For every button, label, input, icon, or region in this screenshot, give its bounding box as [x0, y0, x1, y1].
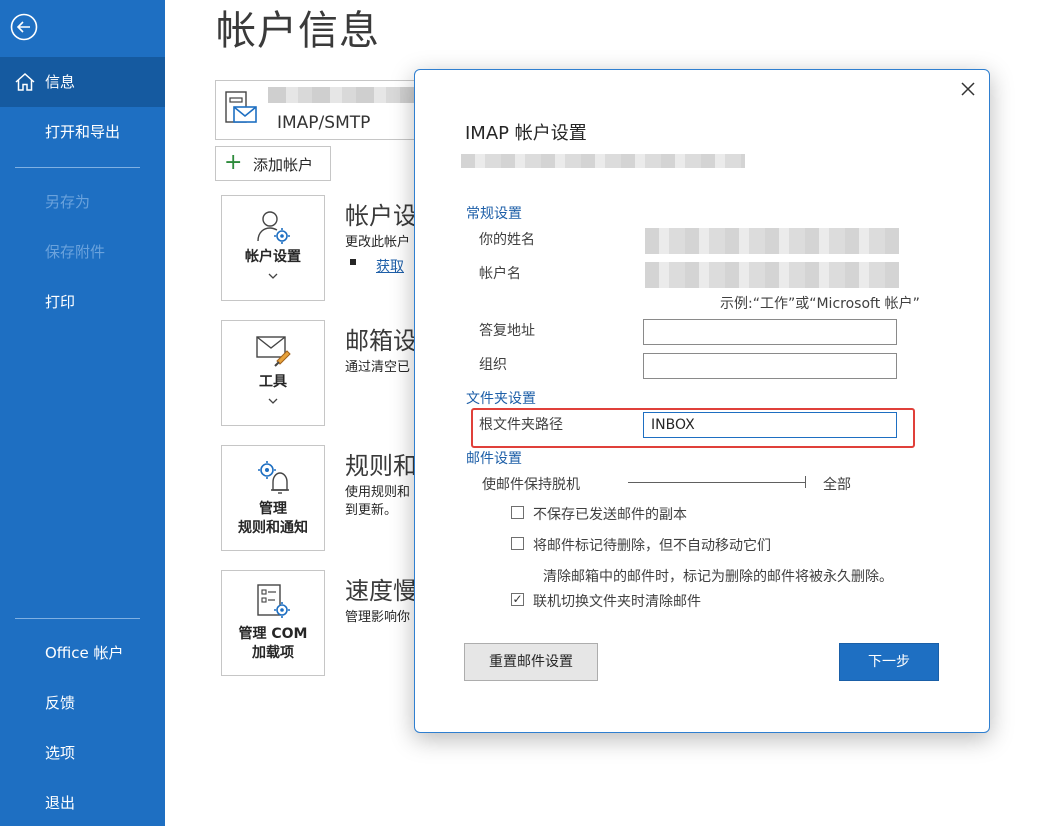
manage-rules-line1: 管理 — [259, 501, 287, 517]
mail-account-icon — [225, 91, 257, 123]
account-settings-tile[interactable]: 帐户设置 — [221, 195, 325, 301]
folder-settings-heading: 文件夹设置 — [466, 391, 536, 407]
purge-note: 清除邮箱中的邮件时，标记为删除的邮件将被永久删除。 — [543, 569, 893, 585]
keep-offline-slider[interactable] — [625, 472, 809, 492]
keep-offline-label: 使邮件保持脱机 — [482, 477, 580, 493]
account-email-redacted — [268, 87, 418, 103]
section-title-rules: 规则和 — [345, 452, 417, 480]
manage-rules-line2: 规则和通知 — [238, 520, 308, 536]
manage-com-line1: 管理 COM — [238, 626, 308, 642]
next-button[interactable]: 下一步 — [839, 643, 939, 681]
sidebar-item-open-export[interactable]: 打开和导出 — [45, 122, 120, 142]
sidebar-divider — [15, 618, 140, 619]
root-folder-path-label: 根文件夹路径 — [479, 417, 563, 433]
purge-on-switch-checkbox[interactable]: ✓ — [511, 593, 524, 606]
rules-alerts-icon — [258, 461, 289, 494]
close-icon[interactable] — [959, 80, 977, 98]
manage-com-line2: 加载项 — [252, 645, 294, 661]
bullet — [350, 259, 356, 265]
tools-icon — [256, 336, 291, 367]
plus-icon: + — [224, 150, 243, 175]
mark-for-deletion-checkbox[interactable] — [511, 537, 524, 550]
account-selector[interactable]: IMAP/SMTP — [215, 80, 437, 140]
your-name-label: 你的姓名 — [479, 232, 535, 248]
section-desc-slow-addins: 管理影响你 — [345, 610, 411, 625]
back-arrow-icon[interactable] — [10, 13, 38, 41]
account-name-label: 帐户名 — [479, 266, 521, 282]
sidebar-item-info-label[interactable]: 信息 — [45, 72, 75, 92]
purge-on-switch-label[interactable]: 联机切换文件夹时清除邮件 — [533, 591, 701, 611]
sidebar-item-feedback[interactable]: 反馈 — [45, 693, 75, 713]
organization-label: 组织 — [479, 357, 507, 373]
reset-mail-settings-button[interactable]: 重置邮件设置 — [464, 643, 598, 681]
section-desc-mailbox: 通过清空已 — [345, 360, 411, 375]
sidebar-item-office-account[interactable]: Office 帐户 — [45, 643, 124, 663]
tools-label: 工具 — [259, 374, 287, 390]
com-addins-icon — [257, 584, 290, 618]
organization-field[interactable] — [643, 353, 897, 379]
account-settings-label: 帐户设置 — [245, 249, 301, 265]
dialog-account-email-redacted — [461, 154, 745, 168]
sidebar-item-save-attachments: 保存附件 — [45, 243, 106, 261]
mail-settings-heading: 邮件设置 — [466, 451, 522, 467]
section-title-mailbox: 邮箱设 — [345, 327, 417, 355]
account-name-hint: 示例:“工作”或“Microsoft 帐户” — [720, 296, 920, 312]
keep-offline-value: 全部 — [823, 477, 851, 493]
add-account-label: 添加帐户 — [253, 156, 314, 174]
section-desc-rules: 使用规则和 — [345, 485, 411, 500]
chevron-down-icon — [268, 273, 278, 279]
tools-tile[interactable]: 工具 — [221, 320, 325, 426]
get-app-link[interactable]: 获取 — [376, 256, 404, 276]
manage-rules-tile[interactable]: 管理 规则和通知 — [221, 445, 325, 551]
no-sent-copy-label[interactable]: 不保存已发送邮件的副本 — [533, 504, 687, 524]
sidebar-item-print[interactable]: 打印 — [45, 292, 75, 312]
reply-address-field[interactable] — [643, 319, 897, 345]
root-folder-path-field[interactable] — [643, 412, 897, 438]
section-title-slow-addins: 速度慢 — [345, 577, 417, 605]
backstage-sidebar: 信息 打开和导出 另存为 保存附件 打印 Office 帐户 反馈 选项 退出 — [0, 0, 165, 826]
your-name-field[interactable] — [645, 228, 899, 254]
dialog-title: IMAP 帐户设置 — [465, 123, 587, 144]
add-account-button[interactable]: + 添加帐户 — [215, 146, 331, 181]
reply-address-label: 答复地址 — [479, 323, 535, 339]
section-title-account-settings: 帐户设 — [345, 202, 417, 230]
section-desc-rules-2: 到更新。 — [345, 503, 398, 518]
no-sent-copy-checkbox[interactable] — [511, 506, 524, 519]
page-title: 帐户信息 — [216, 8, 380, 54]
general-settings-heading: 常规设置 — [466, 206, 522, 222]
chevron-down-icon — [268, 398, 278, 404]
sidebar-item-options[interactable]: 选项 — [45, 743, 75, 763]
sidebar-item-exit[interactable]: 退出 — [45, 793, 75, 813]
account-type-label: IMAP/SMTP — [277, 113, 371, 133]
imap-settings-dialog: IMAP 帐户设置 常规设置 你的姓名 帐户名 示例:“工作”或“Microso… — [414, 69, 990, 733]
sidebar-divider — [15, 167, 140, 168]
section-desc-account-settings: 更改此帐户 — [345, 235, 411, 250]
account-name-field[interactable] — [645, 262, 899, 288]
home-icon — [15, 72, 35, 91]
manage-com-addins-tile[interactable]: 管理 COM 加载项 — [221, 570, 325, 676]
mark-for-deletion-label[interactable]: 将邮件标记待删除，但不自动移动它们 — [533, 535, 771, 555]
sidebar-item-save-as: 另存为 — [45, 193, 91, 211]
account-settings-icon — [257, 211, 290, 244]
